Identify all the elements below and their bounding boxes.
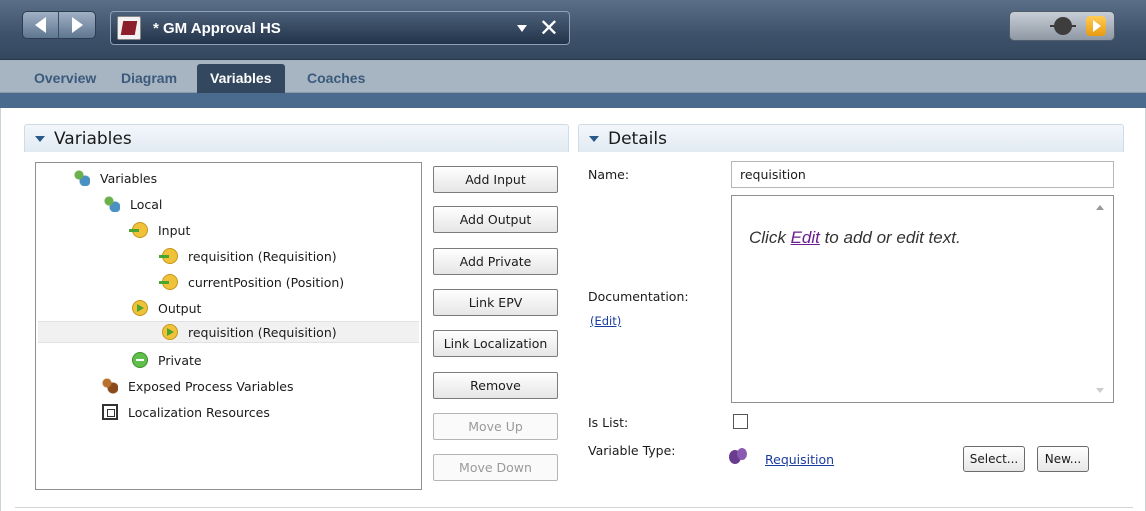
scroll-up-icon[interactable]: [1096, 205, 1104, 210]
tree-item-label: Input: [158, 222, 191, 238]
details-section-header[interactable]: Details: [578, 124, 1124, 152]
variables-icon: [104, 196, 120, 212]
move-down-button[interactable]: Move Down: [433, 454, 558, 481]
scroll-down-icon[interactable]: [1096, 388, 1104, 393]
tree-item-localization-resources[interactable]: Localization Resources: [102, 401, 270, 423]
tree-item-label: requisition (Requisition): [188, 248, 337, 264]
tree-item-input-currentposition[interactable]: currentPosition (Position): [159, 271, 345, 293]
tab-overview[interactable]: Overview: [34, 70, 96, 86]
localization-resources-icon: [102, 404, 118, 420]
tree-item-label: Variables: [100, 170, 158, 186]
bottom-divider: [15, 507, 1133, 508]
add-private-button[interactable]: Add Private: [433, 248, 558, 275]
collapse-caret-icon[interactable]: [35, 135, 45, 142]
tree-item-label: currentPosition (Position): [188, 274, 345, 290]
select-type-button[interactable]: Select...: [963, 446, 1025, 472]
tree-item-input[interactable]: Input: [129, 219, 191, 241]
new-type-button[interactable]: New...: [1037, 446, 1089, 472]
debug-icon[interactable]: [1050, 17, 1076, 35]
variables-icon: [74, 170, 90, 186]
chevron-down-icon[interactable]: [516, 24, 527, 32]
tab-variables[interactable]: Variables: [197, 64, 285, 94]
forward-button[interactable]: [59, 12, 95, 38]
add-input-button[interactable]: Add Input: [433, 166, 558, 193]
output-arrow-icon: [132, 300, 148, 316]
documentation-label: Documentation:: [588, 289, 689, 304]
tree-item-output-requisition[interactable]: requisition (Requisition): [38, 321, 419, 343]
tab-coaches[interactable]: Coaches: [307, 70, 365, 86]
document-title: * GM Approval HS: [153, 19, 281, 37]
collapse-caret-icon[interactable]: [589, 135, 599, 142]
details-section-title: Details: [608, 128, 667, 149]
tree-item-label: Local: [130, 196, 163, 212]
output-arrow-icon: [162, 324, 178, 340]
documentation-placeholder: Click Edit to add or edit text.: [749, 228, 961, 248]
tab-diagram[interactable]: Diagram: [121, 70, 177, 86]
link-localization-button[interactable]: Link Localization: [433, 330, 558, 357]
tree-item-label: Exposed Process Variables: [128, 378, 294, 394]
back-arrow-icon: [35, 17, 46, 33]
run-controls: [1009, 11, 1115, 41]
forward-arrow-icon: [71, 17, 83, 33]
placeholder-text: to add or edit text.: [819, 228, 961, 247]
input-arrow-icon: [159, 248, 178, 264]
documentation-inline-edit-link[interactable]: Edit: [791, 228, 820, 247]
back-button[interactable]: [23, 12, 60, 38]
tree-item-output[interactable]: Output: [132, 297, 201, 319]
tree-item-input-requisition[interactable]: requisition (Requisition): [159, 245, 337, 267]
close-icon[interactable]: ✕: [539, 16, 559, 40]
document-selector[interactable]: * GM Approval HS ✕: [110, 11, 570, 45]
tree-item-exposed-process-variables[interactable]: Exposed Process Variables: [102, 375, 294, 397]
variable-type-link[interactable]: Requisition: [765, 452, 834, 467]
placeholder-text: Click: [749, 228, 791, 247]
remove-button[interactable]: Remove: [433, 372, 558, 399]
tree-item-variables[interactable]: Variables: [74, 167, 157, 189]
exposed-process-variables-icon: [102, 378, 118, 394]
tree-item-private[interactable]: Private: [132, 349, 202, 371]
tree-item-label: Localization Resources: [128, 404, 270, 420]
is-list-checkbox[interactable]: [733, 414, 748, 429]
tree-item-label: requisition (Requisition): [188, 324, 337, 340]
documentation-edit-link[interactable]: (Edit): [590, 314, 621, 328]
private-icon: [132, 352, 148, 368]
name-label: Name:: [588, 167, 630, 182]
business-object-icon: [729, 447, 749, 467]
tree-item-label: Private: [158, 352, 202, 368]
move-up-button[interactable]: Move Up: [433, 413, 558, 440]
editor-tabs: Overview Diagram Variables Coaches: [0, 60, 1146, 94]
tree-item-local[interactable]: Local: [104, 193, 162, 215]
link-epv-button[interactable]: Link EPV: [433, 289, 558, 316]
is-list-label: Is List:: [588, 415, 629, 430]
variables-tree[interactable]: Variables Local Input requisition (Requi…: [35, 162, 422, 490]
run-icon[interactable]: [1086, 16, 1106, 36]
name-field[interactable]: requisition: [731, 161, 1114, 188]
input-arrow-icon: [129, 222, 148, 238]
human-service-icon: [117, 16, 141, 40]
title-bar: * GM Approval HS ✕: [0, 0, 1146, 60]
add-output-button[interactable]: Add Output: [433, 206, 558, 233]
documentation-area[interactable]: Click Edit to add or edit text.: [731, 195, 1114, 403]
variables-section-title: Variables: [54, 128, 132, 149]
tree-item-label: Output: [158, 300, 202, 316]
input-arrow-icon: [159, 274, 178, 290]
tab-underline: [0, 93, 1146, 108]
variables-section-header[interactable]: Variables: [24, 124, 569, 152]
history-nav: [22, 11, 96, 39]
variable-type-label: Variable Type:: [588, 443, 676, 458]
